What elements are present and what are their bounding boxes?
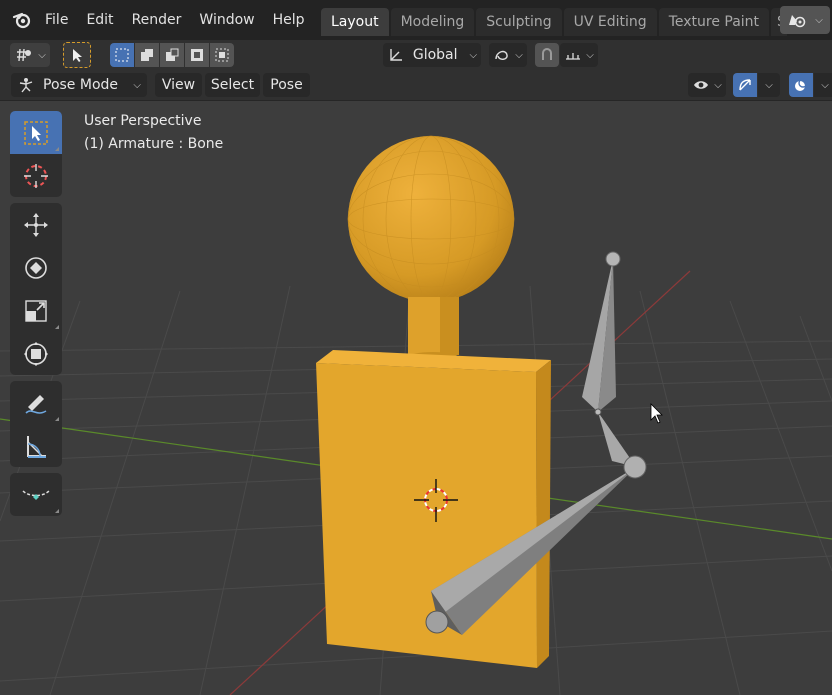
select-mode-subtract[interactable]	[160, 43, 184, 67]
tool-move[interactable]	[10, 203, 62, 246]
scene-icon	[789, 15, 806, 28]
toolbar-transform-group	[10, 203, 62, 375]
chevron-down-icon: ⌵	[815, 14, 823, 26]
rotate-icon	[25, 256, 47, 279]
move-icon	[24, 212, 48, 237]
select-mode-invert[interactable]	[185, 43, 209, 67]
neck-cylinder	[408, 297, 459, 362]
pivot-point-dropdown[interactable]: ⌵	[489, 43, 527, 67]
mode-label: Pose Mode	[43, 77, 119, 93]
tab-uv-editing[interactable]: UV Editing	[563, 8, 657, 36]
cursor-icon	[24, 163, 48, 188]
scene-selector-button[interactable]: ⌵	[780, 6, 830, 34]
visibility-dropdown[interactable]: ⌵	[688, 73, 726, 97]
menu-help[interactable]: Help	[264, 0, 314, 40]
blender-logo-icon[interactable]	[8, 0, 36, 40]
menu-file[interactable]: File	[36, 0, 77, 40]
tab-sculpting[interactable]: Sculpting	[476, 8, 562, 36]
select-mode-extend[interactable]	[135, 43, 159, 67]
visibility-icon	[694, 81, 709, 89]
select-box-icon	[24, 120, 48, 145]
view-menu[interactable]: View	[155, 73, 202, 97]
snap-toggle[interactable]	[535, 43, 559, 67]
menu-render[interactable]: Render	[123, 0, 191, 40]
tool-transform[interactable]	[10, 332, 62, 375]
transform-icon	[24, 341, 48, 366]
transform-orientation-dropdown[interactable]: Global ⌵	[383, 43, 481, 67]
gizmo-toggle[interactable]	[733, 73, 757, 97]
3d-viewport[interactable]: User Perspective (1) Armature : Bone	[0, 101, 832, 695]
menu-edit[interactable]: Edit	[77, 0, 122, 40]
tool-rotate[interactable]	[10, 246, 62, 289]
snap-icon	[542, 48, 552, 60]
tool-select-box[interactable]	[10, 111, 62, 154]
orientation-label: Global	[412, 47, 458, 63]
tool-cursor[interactable]	[10, 154, 62, 197]
tab-modeling[interactable]: Modeling	[390, 8, 475, 36]
select-extend-icon	[141, 49, 153, 61]
annotate-icon	[25, 394, 47, 414]
select-tool-button[interactable]	[63, 42, 91, 68]
scale-icon	[25, 299, 47, 322]
workspace-tabs: Layout Modeling Sculpting UV Editing Tex…	[321, 8, 789, 36]
tab-layout[interactable]: Layout	[321, 8, 389, 36]
select-mode-new[interactable]	[110, 43, 134, 67]
tool-annotate[interactable]	[10, 381, 62, 424]
relax-icon	[22, 489, 50, 500]
select-intersect-icon	[215, 48, 229, 62]
gizmo-dropdown[interactable]: ⌵	[758, 73, 780, 97]
orientation-icon	[390, 49, 402, 61]
select-new-icon	[115, 48, 129, 62]
viewport-header: Pose Mode ⌵ View Select Pose ⌵ ⌵ ⌵	[0, 70, 832, 101]
tool-scale[interactable]	[10, 289, 62, 332]
measure-icon	[27, 435, 46, 458]
snap-target-icon	[566, 53, 581, 60]
snap-target-dropdown[interactable]: ⌵	[560, 43, 598, 67]
head-sphere	[347, 135, 515, 303]
pose-mode-icon	[19, 78, 33, 93]
transform-pivot-icon	[495, 50, 508, 60]
toolbar-annotate-group	[10, 381, 62, 467]
editor-type-icon	[17, 48, 32, 62]
select-tool-icon	[73, 49, 82, 62]
select-invert-icon	[191, 49, 203, 61]
viewport-object-info: (1) Armature : Bone	[84, 136, 224, 152]
toolbar-select-group	[10, 111, 62, 197]
select-mode-intersect[interactable]	[210, 43, 234, 67]
overlay-icon	[795, 78, 808, 91]
overlay-toggle[interactable]	[789, 73, 813, 97]
tool-settings-bar: ⌵ Global ⌵ ⌵ ⌵	[0, 40, 832, 70]
select-subtract-icon	[166, 48, 179, 61]
menu-window[interactable]: Window	[190, 0, 263, 40]
pose-menu[interactable]: Pose	[263, 73, 310, 97]
mode-dropdown[interactable]: Pose Mode ⌵	[11, 73, 147, 97]
toolbar-relax-group	[10, 473, 62, 516]
editor-type-button[interactable]: ⌵	[10, 43, 50, 67]
gizmo-icon	[739, 79, 751, 91]
selection-mode-group	[110, 43, 235, 67]
viewport-scene	[0, 135, 832, 695]
tool-measure[interactable]	[10, 424, 62, 467]
viewport-perspective-label: User Perspective	[84, 113, 202, 129]
tab-texture-paint[interactable]: Texture Paint	[658, 8, 770, 36]
tool-relax[interactable]	[10, 473, 62, 516]
overlay-dropdown[interactable]: ⌵	[814, 73, 832, 97]
top-bar: File Edit Render Window Help Layout Mode…	[0, 0, 832, 41]
select-menu[interactable]: Select	[205, 73, 260, 97]
